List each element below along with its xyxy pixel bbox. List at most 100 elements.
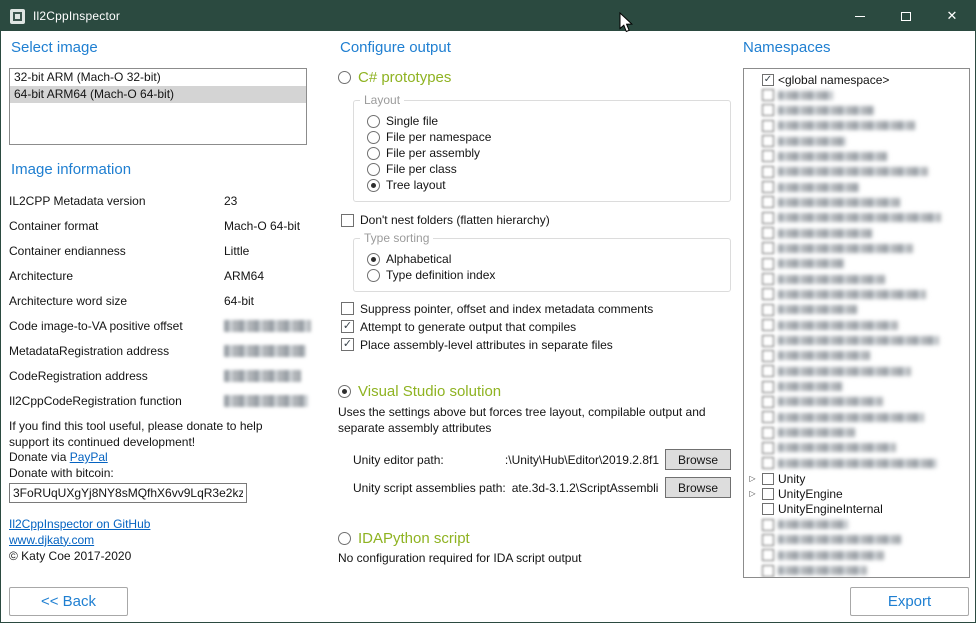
output-checkbox[interactable]: ✓Attempt to generate output that compile…: [341, 320, 731, 333]
radio-icon: [367, 179, 380, 192]
namespace-item[interactable]: [747, 133, 967, 148]
namespace-item[interactable]: [747, 563, 967, 578]
checkbox-icon: [762, 196, 774, 208]
info-row: IL2CPP Metadata version23: [9, 188, 307, 213]
namespace-item[interactable]: [747, 118, 967, 133]
type-sorting-option[interactable]: Type definition index: [367, 267, 722, 283]
layout-option[interactable]: Tree layout: [367, 177, 722, 193]
ida-option[interactable]: IDAPython script: [338, 530, 731, 547]
namespace-label: Unity: [778, 472, 805, 486]
namespace-item[interactable]: [747, 364, 967, 379]
output-checkbox[interactable]: ✓Place assembly-level attributes in sepa…: [341, 338, 731, 351]
option-label: Visual Studio solution: [358, 383, 501, 400]
namespace-item[interactable]: [747, 425, 967, 440]
expander-icon[interactable]: ▷: [747, 490, 758, 498]
browse-editor-button[interactable]: Browse: [665, 449, 731, 470]
namespace-item[interactable]: [747, 379, 967, 394]
checkbox-icon: [762, 319, 774, 331]
paypal-link[interactable]: PayPal: [70, 450, 108, 464]
expander-icon[interactable]: ▷: [747, 475, 758, 483]
namespace-item[interactable]: [747, 210, 967, 225]
redacted-label: [778, 551, 884, 560]
redacted-label: [778, 382, 842, 391]
website-link[interactable]: www.djkaty.com: [9, 533, 94, 549]
image-list-item[interactable]: 32-bit ARM (Mach-O 32-bit): [10, 69, 306, 86]
option-label: IDAPython script: [358, 530, 470, 547]
app-icon: [10, 9, 25, 24]
checkbox-label: Suppress pointer, offset and index metad…: [360, 302, 653, 316]
namespace-item[interactable]: [747, 548, 967, 563]
bitcoin-address-input[interactable]: [9, 483, 247, 503]
info-label: Container format: [9, 219, 224, 233]
close-button[interactable]: ✕: [929, 1, 975, 31]
window-title: Il2CppInspector: [33, 9, 120, 23]
back-button[interactable]: << Back: [9, 587, 128, 616]
radio-icon: [338, 532, 351, 545]
redacted-label: [778, 413, 924, 422]
type-sorting-option[interactable]: Alphabetical: [367, 251, 722, 267]
namespace-item[interactable]: [747, 225, 967, 240]
namespace-item[interactable]: [747, 103, 967, 118]
namespace-label: UnityEngine: [778, 487, 843, 501]
output-checkbox[interactable]: Suppress pointer, offset and index metad…: [341, 302, 731, 315]
namespace-item[interactable]: [747, 532, 967, 547]
app-window: Il2CppInspector ✕ Select image 32-bit AR…: [0, 0, 976, 623]
groupbox-title: Layout: [360, 93, 404, 107]
redacted-value: [224, 320, 311, 332]
namespace-item[interactable]: ▷ Unity: [747, 471, 967, 486]
namespace-item[interactable]: [747, 394, 967, 409]
info-row: Il2CppCodeRegistration function: [9, 388, 307, 413]
namespace-item[interactable]: [747, 164, 967, 179]
checkbox-icon: [762, 166, 774, 178]
namespace-item[interactable]: [747, 440, 967, 455]
namespace-item[interactable]: ✓<global namespace>: [747, 72, 967, 87]
namespace-item[interactable]: [747, 410, 967, 425]
namespace-item[interactable]: [747, 348, 967, 363]
info-row: CodeRegistration address: [9, 363, 307, 388]
layout-option[interactable]: File per class: [367, 161, 722, 177]
checkbox-icon: [762, 89, 774, 101]
layout-options: Single fileFile per namespaceFile per as…: [367, 113, 722, 193]
namespace-item[interactable]: [747, 271, 967, 286]
namespace-item[interactable]: [747, 287, 967, 302]
redacted-label: [778, 367, 911, 376]
export-button[interactable]: Export: [850, 587, 969, 616]
github-link[interactable]: Il2CppInspector on GitHub: [9, 517, 150, 533]
layout-option[interactable]: Single file: [367, 113, 722, 129]
checkbox-label: Don't nest folders (flatten hierarchy): [360, 213, 550, 227]
unity-editor-path-row: Unity editor path: :\Unity\Hub\Editor\20…: [353, 449, 731, 470]
maximize-button[interactable]: [883, 1, 929, 31]
csharp-option[interactable]: C# prototypes: [338, 69, 731, 86]
redacted-label: [778, 213, 941, 222]
checkbox-icon: [341, 302, 354, 315]
namespace-item[interactable]: [747, 195, 967, 210]
minimize-button[interactable]: [837, 1, 883, 31]
vs-option[interactable]: Visual Studio solution: [338, 383, 731, 400]
checkbox-icon: [762, 565, 774, 577]
layout-option[interactable]: File per namespace: [367, 129, 722, 145]
namespace-item[interactable]: [747, 256, 967, 271]
flatten-checkbox[interactable]: Don't nest folders (flatten hierarchy): [341, 213, 731, 227]
namespace-item[interactable]: UnityEngineInternal: [747, 502, 967, 517]
namespace-item[interactable]: [747, 87, 967, 102]
ida-description: No configuration required for IDA script…: [338, 551, 728, 567]
checkbox-icon: [762, 427, 774, 439]
configure-output-heading: Configure output: [340, 39, 731, 57]
checkbox-icon: [762, 457, 774, 469]
namespace-item[interactable]: [747, 302, 967, 317]
namespace-item[interactable]: ▷ UnityEngine: [747, 486, 967, 501]
image-list-item[interactable]: 64-bit ARM64 (Mach-O 64-bit): [10, 86, 306, 103]
namespace-item[interactable]: [747, 241, 967, 256]
redacted-label: [778, 106, 874, 115]
namespace-item[interactable]: [747, 318, 967, 333]
namespace-item[interactable]: [747, 456, 967, 471]
browse-script-button[interactable]: Browse: [665, 477, 731, 498]
namespace-item[interactable]: [747, 517, 967, 532]
namespace-item[interactable]: [747, 333, 967, 348]
redacted-label: [778, 183, 859, 192]
namespace-item[interactable]: [747, 149, 967, 164]
namespace-item[interactable]: [747, 179, 967, 194]
checkbox-icon: ✓: [341, 338, 354, 351]
option-label: Single file: [386, 114, 438, 128]
layout-option[interactable]: File per assembly: [367, 145, 722, 161]
